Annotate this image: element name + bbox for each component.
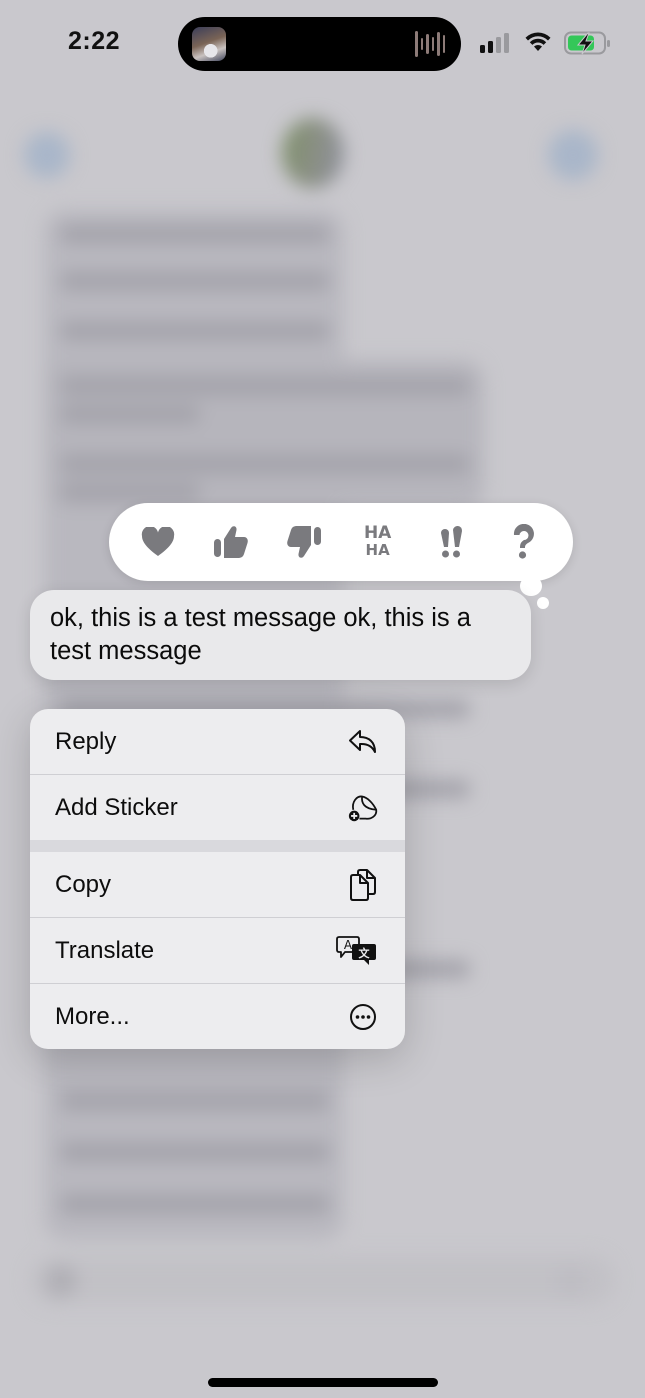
audio-waveform-icon [415,29,449,59]
tapback-reaction-bar: HA HA [109,503,573,581]
ellipsis-circle-icon [348,1002,378,1032]
heart-icon [141,527,174,556]
reaction-bar-tail-dot [537,597,549,609]
reaction-thumbs-down-button[interactable] [280,518,328,566]
reaction-bar-tail [520,576,542,596]
cellular-signal-icon [480,33,509,53]
selected-message-bubble[interactable]: ok, this is a test message ok, this is a… [30,590,531,680]
wifi-icon [525,32,551,51]
blurred-text-line [60,405,200,423]
message-context-menu: Reply Add Sticker Copy Translate A 文 Mor… [30,709,405,1049]
blurred-text-line [60,322,330,340]
battery-charging-icon [564,31,610,55]
blurred-text-line [60,272,330,290]
blurred-text-line [60,1092,330,1110]
question-mark-icon [514,524,535,559]
blurred-text-line [60,225,330,243]
message-input-blurred [30,1255,615,1305]
translate-bubbles-icon: A 文 [336,935,378,966]
reaction-exclamation-button[interactable] [427,518,475,566]
menu-item-translate[interactable]: Translate A 文 [30,918,405,983]
video-call-button-blurred [548,130,598,180]
menu-item-label: Translate [55,936,155,964]
blurred-text-line [60,1195,330,1213]
menu-item-label: Copy [55,870,112,898]
haha-icon: HA HA [363,523,392,559]
contact-avatar-blurred [282,118,344,188]
thumbs-up-icon [213,526,248,558]
dynamic-island[interactable] [178,17,461,71]
blurred-text-line [60,377,470,395]
double-exclamation-icon [440,525,462,558]
status-time: 2:22 [68,27,121,55]
svg-text:A: A [344,938,353,952]
blurred-conversation-background [0,0,645,1398]
menu-item-reply[interactable]: Reply [30,709,405,774]
menu-item-label: Reply [55,727,117,755]
menu-section-gap [30,840,405,852]
copy-documents-icon [348,868,378,901]
add-sticker-icon [348,793,378,823]
menu-item-label: More... [55,1002,130,1030]
reply-arrow-icon [348,727,378,757]
reaction-heart-button[interactable] [134,518,182,566]
home-indicator[interactable] [208,1378,438,1387]
apps-button-blurred [45,1265,77,1297]
reaction-thumbs-up-button[interactable] [207,518,255,566]
audio-button-blurred [555,1265,587,1297]
menu-item-more[interactable]: More... [30,984,405,1049]
thumbs-down-icon [287,526,322,558]
blurred-text-line [60,1143,330,1161]
menu-item-copy[interactable]: Copy [30,852,405,917]
blurred-text-line [60,483,200,501]
now-playing-artwork[interactable] [192,27,226,61]
reaction-question-button[interactable] [500,518,548,566]
blurred-text-line [60,455,470,473]
menu-item-label: Add Sticker [55,793,178,821]
back-button-blurred [24,132,70,178]
svg-text:文: 文 [359,946,371,960]
menu-item-add-sticker[interactable]: Add Sticker [30,775,405,840]
reaction-haha-button[interactable]: HA HA [354,518,402,566]
